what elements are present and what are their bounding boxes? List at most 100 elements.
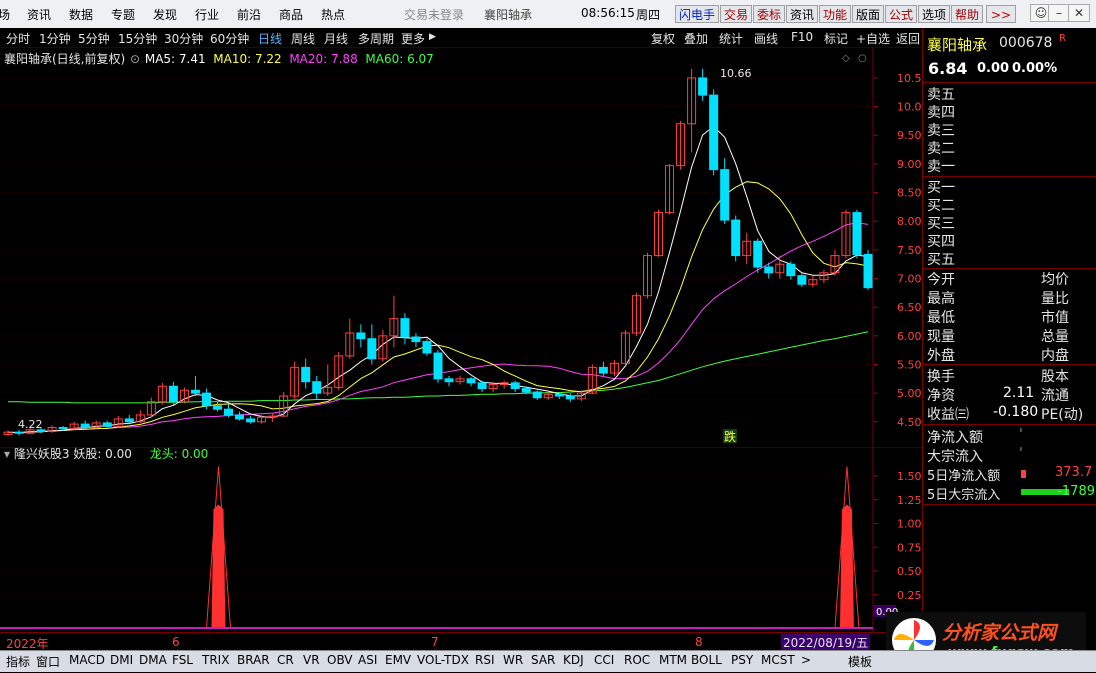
price-tick-label: 10.00 [897,101,922,114]
period-30min[interactable]: 30分钟 [164,30,203,47]
formula-button[interactable]: 公式 [885,5,918,23]
chevron-right-icon[interactable]: ▶ [429,32,436,42]
candle-body [554,393,564,397]
tab-obv[interactable]: OBV [327,653,353,667]
tab-wr[interactable]: WR [503,653,523,667]
more-button[interactable]: >> [986,5,1016,23]
lightning-button[interactable]: 闪电手 [675,5,720,23]
tab-psy[interactable]: PSY [731,653,753,667]
ma20-legend: MA20: 7.88 [289,52,358,66]
sell-3[interactable]: 卖三 [927,120,955,140]
overlay-button[interactable]: 叠加 [684,30,708,47]
tab-vr[interactable]: VR [303,653,320,667]
options-button[interactable]: 选项 [918,5,951,23]
buy-3[interactable]: 买三 [927,213,955,233]
mark-button[interactable]: 标记 [824,30,848,47]
tab-macd[interactable]: MACD [69,653,105,667]
tab-sar[interactable]: SAR [531,653,555,667]
diamond-icon[interactable]: ◇ [842,53,850,64]
buy-5[interactable]: 买五 [927,249,955,269]
tab-boll[interactable]: BOLL [691,653,722,667]
period-multi[interactable]: 多周期 [358,30,394,47]
high-price-label: 10.66 [720,67,752,80]
indicator-chart[interactable]: 1.501.251.000.750.500.25 0.00 [0,447,922,632]
menu-commodity[interactable]: 商品 [279,6,303,23]
ma-lines [7,125,869,434]
sell-4[interactable]: 卖四 [927,102,955,122]
longtou-value: 龙头: 0.00 [149,447,209,461]
menu-discover[interactable]: 发现 [153,6,177,23]
sell-5[interactable]: 卖五 [927,84,955,104]
buy-4[interactable]: 买四 [927,231,955,251]
sell-1[interactable]: 卖一 [927,156,955,176]
tab-rsi[interactable]: RSI [475,653,495,667]
indicator-tick-label: 0.50 [897,565,922,578]
template-button[interactable]: 模板 [848,653,872,670]
tab-trix[interactable]: TRIX [202,653,229,667]
order-button[interactable]: 委标 [753,5,786,23]
tab-dmi[interactable]: DMI [110,653,133,667]
period-daily[interactable]: 日线 [258,30,282,47]
draw-button[interactable]: 画线 [754,30,778,47]
trade-button[interactable]: 交易 [720,5,753,23]
close-icon[interactable]: ✕ [1068,4,1090,22]
tab-window[interactable]: 窗口 [36,653,60,670]
candle-body [224,408,234,416]
login-status[interactable]: 交易未登录 [404,6,464,23]
menu-hot[interactable]: 热点 [321,6,345,23]
logo-text: 分析家公式网 [942,622,1057,644]
tab-asi[interactable]: ASI [358,653,377,667]
layout-button[interactable]: 版面 [852,5,885,23]
buy-1[interactable]: 买一 [927,177,955,197]
menu-frontier[interactable]: 前沿 [237,6,261,23]
period-bar: 分时 1分钟 5分钟 15分钟 30分钟 60分钟 日线 周线 月线 多周期 更… [0,28,922,48]
price-change-pct: 0.00% [1012,61,1058,76]
buy-2[interactable]: 买二 [927,195,955,215]
tab-fsl[interactable]: FSL [172,653,193,667]
minimize-icon[interactable]: – [1048,4,1070,22]
menu-data[interactable]: 数据 [69,6,93,23]
period-intraday[interactable]: 分时 [6,30,30,47]
stats-button[interactable]: 统计 [719,30,743,47]
menu-news[interactable]: 资讯 [27,6,51,23]
circle-icon[interactable]: ○ [858,53,867,64]
period-60min[interactable]: 60分钟 [210,30,249,47]
period-5min[interactable]: 5分钟 [78,30,110,47]
back-button[interactable]: 返回 [896,30,920,47]
price-tick-label: 9.00 [897,158,922,171]
candle-body [797,275,807,285]
period-monthly[interactable]: 月线 [324,30,348,47]
tab-brar[interactable]: BRAR [237,653,270,667]
tab-emv[interactable]: EMV [385,653,411,667]
tab-more[interactable]: > [801,653,811,667]
help-button[interactable]: 帮助 [951,5,984,23]
settings-icon[interactable]: ⊙ [129,52,141,66]
tab-mcst[interactable]: MCST [761,653,795,667]
tab-cci[interactable]: CCI [594,653,614,667]
period-weekly[interactable]: 周线 [291,30,315,47]
tab-vol-tdx[interactable]: VOL-TDX [417,653,469,667]
menu-market[interactable]: 场 [0,6,10,23]
function-button[interactable]: 功能 [819,5,852,23]
menu-industry[interactable]: 行业 [195,6,219,23]
net-inflow-marker: ˈ [1019,427,1023,443]
news-button[interactable]: 资讯 [786,5,819,23]
period-more[interactable]: 更多 [401,30,425,47]
tab-cr[interactable]: CR [277,653,294,667]
f10-button[interactable]: F10 [791,30,813,44]
tab-mtm[interactable]: MTM [659,653,687,667]
tab-dma[interactable]: DMA [139,653,167,667]
chevron-down-icon[interactable]: ▾ [4,447,10,461]
tab-roc[interactable]: ROC [624,653,650,667]
tab-kdj[interactable]: KDJ [563,653,584,667]
tab-indicator[interactable]: 指标 [6,653,30,670]
add-watchlist-button[interactable]: +自选 [856,30,890,47]
divider [923,424,1096,425]
adjust-button[interactable]: 复权 [651,30,675,47]
menu-topics[interactable]: 专题 [111,6,135,23]
period-1min[interactable]: 1分钟 [39,30,71,47]
period-15min[interactable]: 15分钟 [118,30,157,47]
sell-2[interactable]: 卖二 [927,138,955,158]
price-chart[interactable]: 10.50 10.00 9.50 9.00 8.50 8.00 7.50 7.00 6.50 6.… [0,47,922,447]
spike-fill [839,504,854,628]
